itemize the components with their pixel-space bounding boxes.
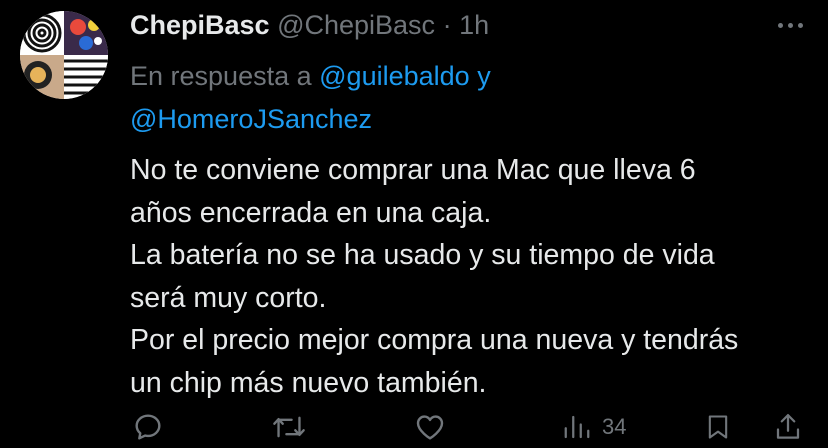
tweet-text-line: años encerrada en una caja. <box>130 196 492 229</box>
views-count: 34 <box>602 414 627 439</box>
timestamp[interactable]: 1h <box>459 10 489 40</box>
tweet-text-line: No te conviene comprar una Mac que lleva… <box>130 154 696 186</box>
reply-joiner: y <box>477 61 491 91</box>
avatar-image <box>20 11 108 99</box>
mention-link-2[interactable]: @HomeroJSanchez <box>130 104 372 134</box>
reply-icon <box>135 414 161 440</box>
like-icon <box>416 415 444 440</box>
user-handle[interactable]: @ChepiBasc <box>277 10 435 40</box>
share-icon <box>776 414 800 439</box>
bookmark-button[interactable] <box>704 406 732 448</box>
reply-button[interactable] <box>132 406 164 448</box>
reply-prefix: En respuesta a <box>130 61 312 91</box>
tweet: ChepiBasc @ChepiBasc · 1h En respuesta a… <box>0 0 828 448</box>
like-button[interactable] <box>414 406 446 448</box>
tweet-text-line: un chip más nuevo también. <box>130 366 487 399</box>
retweet-button[interactable] <box>272 406 306 448</box>
retweet-icon <box>273 416 305 438</box>
tweet-text-line: La batería no se ha usado y su tiempo de… <box>130 239 715 271</box>
tweet-text-line: será muy corto. <box>130 281 327 314</box>
bookmark-icon <box>708 415 728 439</box>
action-bar: 34 <box>0 406 828 448</box>
separator-dot: · <box>442 10 452 40</box>
share-button[interactable] <box>773 406 803 448</box>
views-icon <box>564 415 590 439</box>
reply-context: En respuesta a @guilebaldo y @HomeroJSan… <box>130 55 690 141</box>
more-icon[interactable] <box>768 12 812 38</box>
tweet-text: No te conviene comprar una Mac que lleva… <box>130 149 810 404</box>
avatar[interactable] <box>20 11 108 99</box>
views-button[interactable]: 34 <box>562 406 626 448</box>
tweet-header: ChepiBasc @ChepiBasc · 1h <box>130 8 489 42</box>
mention-link-1[interactable]: @guilebaldo <box>319 61 470 91</box>
display-name[interactable]: ChepiBasc <box>130 10 270 40</box>
tweet-text-line: Por el precio mejor compra una nueva y t… <box>130 324 739 356</box>
